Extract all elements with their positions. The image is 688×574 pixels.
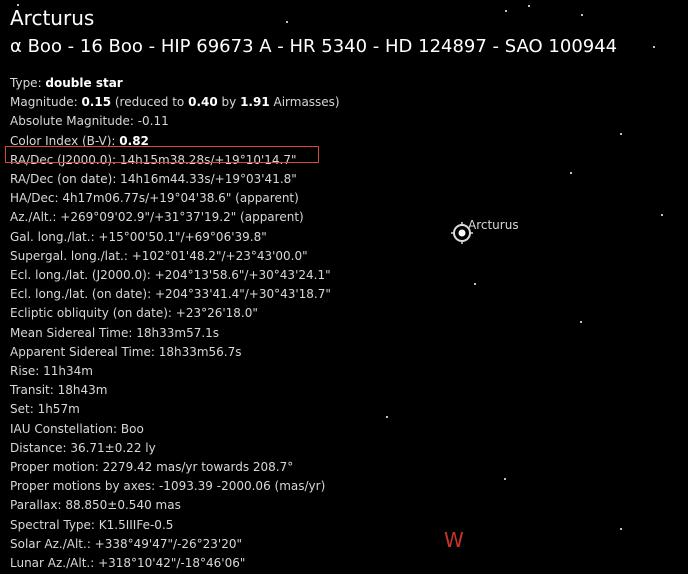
info-parallax: Parallax: 88.850±0.540 mas [10,498,181,513]
info-distance: Distance: 36.71±0.22 ly [10,440,156,455]
background-star [580,321,582,323]
sky-view[interactable]: Arcturus α Boo - 16 Boo - HIP 69673 A - … [0,0,688,574]
info-galactic: Gal. long./lat.: +15°00'50.1"/+69°06'39.… [10,229,267,244]
background-star [620,528,622,530]
background-star [620,133,622,135]
background-star [528,5,530,7]
info-set: Set: 1h57m [10,402,80,417]
background-star [286,21,288,23]
info-ra-dec-on-date: RA/Dec (on date): 14h16m44.33s/+19°03'41… [10,172,297,187]
background-star [505,10,507,12]
background-star [661,214,663,216]
background-star [386,416,388,418]
object-name: Arcturus [10,6,95,30]
highlight-box [5,146,319,163]
background-star [504,478,506,480]
info-magnitude: Magnitude: 0.15 (reduced to 0.40 by 1.91… [10,95,340,110]
background-star [653,46,655,48]
info-absolute-magnitude: Absolute Magnitude: -0.11 [10,114,169,129]
info-apparent-sidereal-time: Apparent Sidereal Time: 18h33m56.7s [10,344,242,359]
info-spectral-type: Spectral Type: K1.5IIIFe-0.5 [10,517,174,532]
info-constellation: IAU Constellation: Boo [10,421,144,436]
background-star [581,14,583,16]
info-proper-motion: Proper motion: 2279.42 mas/yr towards 20… [10,460,294,475]
info-ecliptic-j2000: Ecl. long./lat. (J2000.0): +204°13'58.6"… [10,268,331,283]
info-type: Type: double star [10,76,123,90]
cardinal-west-label: W [444,528,464,552]
object-identifiers: α Boo - 16 Boo - HIP 69673 A - HR 5340 -… [10,36,618,57]
info-supergalactic: Supergal. long./lat.: +102°01'48.2"/+23°… [10,248,308,263]
star-label[interactable]: Arcturus [468,218,519,232]
info-lunar-az-alt: Lunar Az./Alt.: +318°10'42"/-18°46'06" [10,556,246,571]
info-ecliptic-on-date: Ecl. long./lat. (on date): +204°33'41.4"… [10,287,331,302]
info-az-alt: Az./Alt.: +269°09'02.9"/+31°37'19.2" (ap… [10,210,304,225]
info-proper-motions-axes: Proper motions by axes: -1093.39 -2000.0… [10,479,326,494]
info-transit: Transit: 18h43m [10,383,108,398]
info-ecliptic-obliquity: Ecliptic obliquity (on date): +23°26'18.… [10,306,258,321]
info-solar-az-alt: Solar Az./Alt.: +338°49'47"/-26°23'20" [10,536,242,551]
info-mean-sidereal-time: Mean Sidereal Time: 18h33m57.1s [10,325,220,340]
info-ha-dec: HA/Dec: 4h17m06.77s/+19°04'38.6" (appare… [10,191,299,206]
background-star [570,172,572,174]
info-rise: Rise: 11h34m [10,364,93,379]
background-star [474,283,476,285]
